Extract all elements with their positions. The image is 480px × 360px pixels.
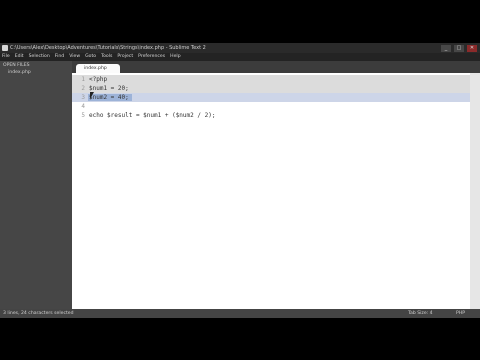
menu-bar: File Edit Selection Find View Goto Tools… [0, 53, 480, 61]
code-line[interactable]: 5 echo $result = $num1 + ($num2 / 2); [72, 111, 470, 120]
menu-view[interactable]: View [69, 53, 80, 61]
menu-tools[interactable]: Tools [101, 53, 112, 61]
tab-size-indicator[interactable]: Tab Size: 4 [408, 309, 433, 318]
syntax-indicator[interactable]: PHP [456, 309, 465, 318]
sidebar: OPEN FILES index.php [0, 61, 72, 309]
tab-index-php[interactable]: index.php [76, 64, 120, 73]
open-files-header: OPEN FILES [3, 63, 30, 68]
code-line[interactable]: 1 <?php [72, 75, 470, 84]
line-code: $num1 = 20; [89, 85, 129, 92]
status-bar: 3 lines, 24 characters selected Tab Size… [0, 309, 480, 318]
maximize-button[interactable]: □ [453, 44, 465, 53]
line-number: 1 [81, 76, 85, 83]
menu-selection[interactable]: Selection [29, 53, 50, 61]
title-bar[interactable]: C:\Users\Alex\Desktop\Adventures\Tutoria… [0, 43, 480, 53]
menu-file[interactable]: File [2, 53, 10, 61]
selection-status: 3 lines, 24 characters selected [3, 311, 74, 316]
code-editor[interactable]: 1 <?php 2 $num1 = 20; 3 $num2 = 40; 4 5 … [72, 73, 470, 309]
line-number: 4 [81, 103, 85, 110]
line-number: 3 [81, 94, 85, 101]
open-file-index[interactable]: index.php [8, 70, 31, 75]
code-line[interactable]: 3 $num2 = 40; [72, 93, 470, 102]
menu-preferences[interactable]: Preferences [138, 53, 165, 61]
vertical-scrollbar[interactable] [470, 73, 480, 309]
line-code: <?php [89, 76, 108, 83]
line-code: echo $result = $num1 + ($num2 / 2); [89, 112, 216, 119]
mouse-cursor-icon [90, 92, 94, 99]
menu-goto[interactable]: Goto [85, 53, 96, 61]
tab-bar: index.php [72, 61, 480, 73]
menu-edit[interactable]: Edit [15, 53, 24, 61]
menu-project[interactable]: Project [117, 53, 133, 61]
minimize-button[interactable]: _ [440, 44, 452, 53]
line-code: $num2 = 40; [89, 94, 129, 101]
editor-window: C:\Users\Alex\Desktop\Adventures\Tutoria… [0, 43, 480, 318]
window-controls: _ □ ✕ [440, 44, 478, 53]
menu-help[interactable]: Help [170, 53, 180, 61]
close-button[interactable]: ✕ [466, 44, 478, 53]
screen: C:\Users\Alex\Desktop\Adventures\Tutoria… [0, 0, 480, 360]
menu-find[interactable]: Find [55, 53, 64, 61]
line-number: 5 [81, 112, 85, 119]
window-title: C:\Users\Alex\Desktop\Adventures\Tutoria… [10, 45, 206, 51]
app-icon [2, 45, 8, 51]
code-line[interactable]: 4 [72, 102, 470, 111]
code-line[interactable]: 2 $num1 = 20; [72, 84, 470, 93]
line-number: 2 [81, 85, 85, 92]
